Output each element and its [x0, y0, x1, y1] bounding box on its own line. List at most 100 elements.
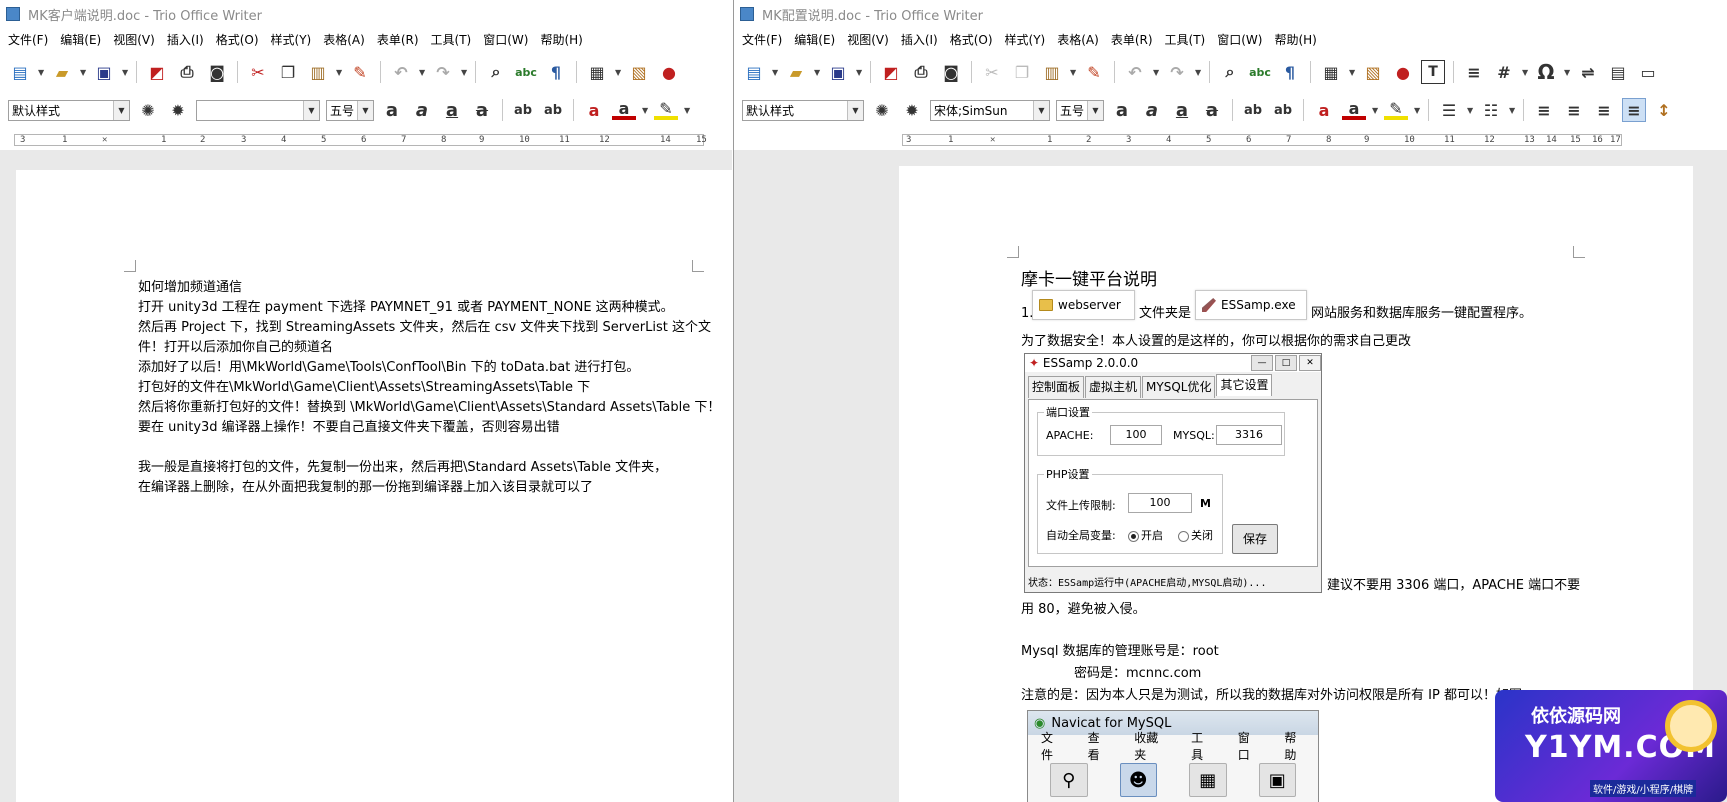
copy-icon[interactable]: ❐ [276, 60, 300, 84]
chevron-down-icon[interactable]: ▼ [303, 100, 319, 120]
spellcheck-icon[interactable]: abc [514, 60, 538, 84]
clear-formatting-icon[interactable]: a [1312, 98, 1336, 122]
special-character-icon[interactable]: Ω [1534, 60, 1558, 84]
navicat-menu-window[interactable]: 窗口 [1225, 729, 1272, 763]
insert-image-icon[interactable]: ▧ [1361, 60, 1385, 84]
clear-formatting-icon[interactable]: a [582, 98, 606, 122]
horizontal-ruler[interactable]: 3 1 ✕ 1 2 3 4 5 6 7 8 9 10 11 12 14 15 [0, 131, 732, 149]
menu-window[interactable]: 窗口(W) [477, 31, 534, 49]
page-break-icon[interactable]: ≡ [1462, 60, 1486, 84]
chevron-down-icon[interactable]: ▼ [847, 100, 863, 120]
bullet-list-icon[interactable]: ☰ [1437, 98, 1461, 122]
menu-tools[interactable]: 工具(T) [1159, 31, 1212, 49]
chevron-down-icon[interactable]: ▼ [1195, 68, 1201, 77]
maximize-icon[interactable]: □ [1275, 355, 1297, 371]
highlight-icon[interactable]: ✎ [654, 99, 678, 120]
navicat-menu-view[interactable]: 查看 [1075, 729, 1122, 763]
navicat-menu-file[interactable]: 文件 [1028, 729, 1075, 763]
font-color-icon[interactable]: a [1342, 99, 1366, 120]
chevron-down-icon[interactable]: ▼ [1564, 68, 1570, 77]
font-color-icon[interactable]: a [612, 99, 636, 120]
cut-icon[interactable]: ✂ [246, 60, 270, 84]
new-document-icon[interactable]: ▤ [742, 60, 766, 84]
chevron-down-icon[interactable]: ▼ [1522, 68, 1528, 77]
italic-icon[interactable]: a [1140, 98, 1164, 122]
tab-mysql-optimize[interactable]: MYSQL优化 [1142, 376, 1216, 398]
radio-unselected-icon[interactable] [1178, 530, 1189, 542]
indent-marker-icon[interactable]: ✕ [102, 135, 107, 145]
paragraph-style-select[interactable]: 默认样式 ▼ [8, 99, 130, 121]
radio-on[interactable]: 开启 [1128, 527, 1163, 543]
footnote-icon[interactable]: ▤ [1606, 60, 1630, 84]
chevron-down-icon[interactable]: ▼ [461, 68, 467, 77]
menu-edit[interactable]: 编辑(E) [54, 31, 107, 49]
table-icon[interactable]: ▦ [1189, 763, 1227, 797]
close-icon[interactable]: ✕ [1299, 355, 1321, 371]
chevron-down-icon[interactable]: ▼ [1033, 100, 1049, 120]
menu-file[interactable]: 文件(F) [736, 31, 788, 49]
font-name-select[interactable]: ▼ [196, 99, 320, 121]
connection-icon[interactable]: ⚲ [1050, 763, 1088, 797]
chevron-down-icon[interactable]: ▼ [419, 68, 425, 77]
underline-icon[interactable]: a [1170, 98, 1194, 122]
menu-table[interactable]: 表格(A) [1051, 31, 1105, 49]
menu-insert[interactable]: 插入(I) [161, 31, 210, 49]
menu-form[interactable]: 表单(R) [1105, 31, 1159, 49]
format-paintbrush-icon[interactable]: ✎ [1082, 60, 1106, 84]
strikethrough-icon[interactable]: a [1200, 98, 1224, 122]
new-style-icon[interactable]: ✹ [900, 98, 924, 122]
chevron-down-icon[interactable]: ▼ [642, 106, 648, 115]
chevron-down-icon[interactable]: ▼ [772, 68, 778, 77]
paragraph-style-select[interactable]: 默认样式 ▼ [742, 99, 864, 121]
copy-icon[interactable]: ❐ [1010, 60, 1034, 84]
find-replace-icon[interactable]: ⌕ [484, 60, 508, 84]
open-folder-icon[interactable]: ▰ [50, 60, 74, 84]
chevron-down-icon[interactable]: ▼ [1087, 100, 1103, 120]
pdf-export-icon[interactable]: ◩ [145, 60, 169, 84]
menu-edit[interactable]: 编辑(E) [788, 31, 841, 49]
chevron-down-icon[interactable]: ▼ [1414, 106, 1420, 115]
save-icon[interactable]: ▣ [92, 60, 116, 84]
chevron-down-icon[interactable]: ▼ [684, 106, 690, 115]
chevron-down-icon[interactable]: ▼ [1153, 68, 1159, 77]
chevron-down-icon[interactable]: ▼ [814, 68, 820, 77]
cut-icon[interactable]: ✂ [980, 60, 1004, 84]
chevron-down-icon[interactable]: ▼ [1070, 68, 1076, 77]
formatting-marks-icon[interactable]: ¶ [1278, 60, 1302, 84]
insert-chart-icon[interactable]: ● [657, 60, 681, 84]
chevron-down-icon[interactable]: ▼ [615, 68, 621, 77]
new-style-icon[interactable]: ✹ [166, 98, 190, 122]
chevron-down-icon[interactable]: ▼ [336, 68, 342, 77]
subscript-icon[interactable]: ab [1271, 98, 1295, 122]
menu-help[interactable]: 帮助(H) [1268, 31, 1322, 49]
comment-icon[interactable]: ▭ [1636, 60, 1660, 84]
save-icon[interactable]: ▣ [826, 60, 850, 84]
align-center-icon[interactable]: ≡ [1562, 98, 1586, 122]
subscript-icon[interactable]: ab [541, 98, 565, 122]
chevron-down-icon[interactable]: ▼ [1509, 106, 1515, 115]
insert-image-icon[interactable]: ▧ [627, 60, 651, 84]
chevron-down-icon[interactable]: ▼ [38, 68, 44, 77]
pdf-export-icon[interactable]: ◩ [879, 60, 903, 84]
mysql-port-input[interactable]: 3316 [1216, 425, 1282, 445]
menu-help[interactable]: 帮助(H) [534, 31, 588, 49]
horizontal-ruler[interactable]: 3 1 ✕ 1 2 3 4 5 6 7 8 9 10 11 12 13 14 1… [734, 131, 1727, 149]
menu-file[interactable]: 文件(F) [2, 31, 54, 49]
format-paintbrush-icon[interactable]: ✎ [348, 60, 372, 84]
style-update-icon[interactable]: ✺ [136, 98, 160, 122]
redo-icon[interactable]: ↷ [431, 60, 455, 84]
radio-selected-icon[interactable] [1128, 530, 1139, 542]
menu-format[interactable]: 格式(O) [944, 31, 999, 49]
menu-insert[interactable]: 插入(I) [895, 31, 944, 49]
hyperlink-icon[interactable]: ⇌ [1576, 60, 1600, 84]
document-body[interactable]: 如何增加频道通信 打开 unity3d 工程在 payment 下选择 PAYM… [138, 278, 720, 498]
user-icon[interactable]: ☻ [1119, 763, 1157, 797]
menu-style[interactable]: 样式(Y) [265, 31, 318, 49]
formatting-marks-icon[interactable]: ¶ [544, 60, 568, 84]
redo-icon[interactable]: ↷ [1165, 60, 1189, 84]
menu-form[interactable]: 表单(R) [371, 31, 425, 49]
underline-icon[interactable]: a [440, 98, 464, 122]
navicat-menu-help[interactable]: 帮助 [1271, 729, 1318, 763]
insert-textbox-icon[interactable]: T [1421, 60, 1445, 84]
view-icon[interactable]: ▣ [1258, 763, 1296, 797]
